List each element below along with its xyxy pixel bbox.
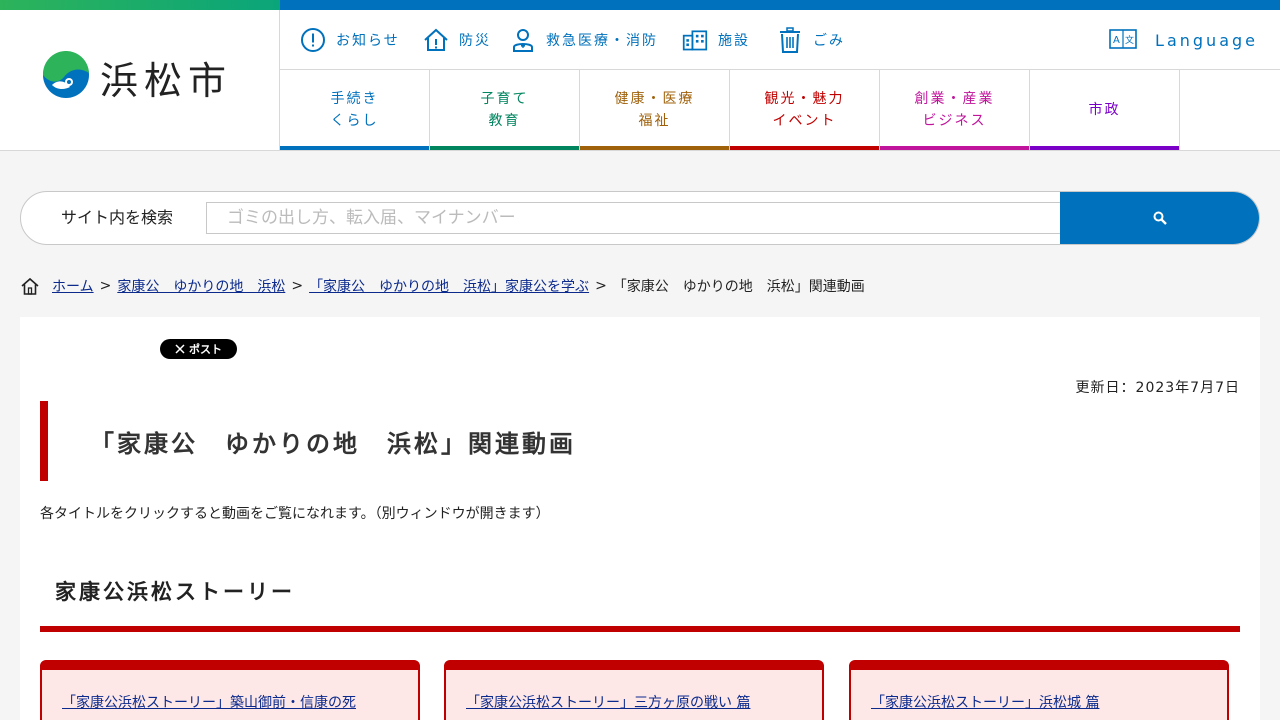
gnav-city-admin[interactable]: 市政	[1030, 70, 1180, 150]
site-logo[interactable]: 浜松市	[0, 10, 280, 150]
util-label: 救急医療・消防	[546, 33, 658, 49]
gnav-procedures-living[interactable]: 手続き くらし	[280, 70, 430, 150]
medical-person-icon	[513, 29, 533, 52]
gnav-business[interactable]: 創業・産業 ビジネス	[880, 70, 1030, 150]
gnav-label: 観光・魅力	[764, 91, 845, 107]
gnav-label: 健康・医療	[614, 91, 695, 107]
breadcrumb-separator: >	[595, 278, 607, 294]
util-item-emergency[interactable]: 救急医療・消防	[510, 10, 658, 70]
section-title: 家康公浜松ストーリー	[40, 572, 1240, 632]
gnav-label: くらし	[330, 113, 379, 129]
x-post-button[interactable]: ポスト	[160, 339, 237, 359]
updated-date: 更新日：2023年7月7日	[1075, 380, 1240, 396]
breadcrumb-separator: >	[291, 278, 304, 294]
gnav-label: 市政	[1088, 102, 1121, 118]
translate-icon: A文	[1109, 29, 1137, 49]
utility-nav: お知らせ 防災 救急医療・消防 施設 ごみ A文 Language	[280, 10, 1280, 70]
gnav-childcare-education[interactable]: 子育て 教育	[430, 70, 580, 150]
video-link[interactable]: 「家康公浜松ストーリー」浜松城 篇	[871, 695, 1099, 711]
util-item-garbage[interactable]: ごみ	[777, 10, 845, 70]
util-item-facilities[interactable]: 施設	[682, 10, 750, 70]
x-post-label: ポスト	[189, 343, 222, 356]
gnav-label: 子育て	[480, 91, 529, 107]
intro-text: 各タイトルをクリックすると動画をご覧になれます。（別ウィンドウが開きます）	[40, 506, 550, 522]
hamamatsu-logo-icon	[42, 51, 89, 98]
site-search: サイト内を検索	[20, 191, 1260, 245]
video-card-list: 「家康公浜松ストーリー」築山御前・信康の死 「家康公浜松ストーリー」三方ヶ原の戦…	[40, 660, 1250, 720]
gnav-label: ビジネス	[922, 113, 987, 129]
gnav-label: 福祉	[638, 113, 671, 129]
breadcrumb-separator: >	[99, 278, 112, 294]
top-color-bar	[0, 0, 1280, 10]
breadcrumb: ホーム > 家康公 ゆかりの地 浜松 > 「家康公 ゆかりの地 浜松」家康公を学…	[20, 276, 865, 296]
video-card: 「家康公浜松ストーリー」築山御前・信康の死	[40, 660, 420, 720]
top-bar-green	[0, 0, 280, 10]
gnav-label: 教育	[488, 113, 521, 129]
site-name: 浜松市	[100, 59, 233, 103]
util-label: 防災	[459, 33, 491, 49]
building-icon	[682, 30, 708, 51]
page-title: 「家康公 ゆかりの地 浜松」関連動画	[40, 401, 576, 481]
house-alert-icon	[424, 28, 448, 51]
video-card: 「家康公浜松ストーリー」三方ヶ原の戦い 篇	[444, 660, 824, 720]
video-link[interactable]: 「家康公浜松ストーリー」三方ヶ原の戦い 篇	[466, 695, 750, 711]
x-logo-icon	[175, 344, 185, 354]
top-bar-blue	[280, 0, 1280, 10]
site-header: 浜松市 お知らせ 防災 救急医療・消防 施設 ごみ A文 Language 手続…	[0, 10, 1280, 151]
trash-can-icon	[780, 27, 800, 53]
gnav-label: イベント	[772, 113, 837, 129]
gnav-health-welfare[interactable]: 健康・医療 福祉	[580, 70, 730, 150]
breadcrumb-link[interactable]: 家康公 ゆかりの地 浜松	[117, 276, 285, 296]
breadcrumb-home-link[interactable]: ホーム	[52, 276, 94, 296]
language-label: Language	[1155, 30, 1258, 50]
util-item-disaster[interactable]: 防災	[423, 10, 491, 70]
search-icon	[1153, 211, 1167, 225]
util-label: ごみ	[813, 33, 845, 49]
search-input[interactable]	[206, 202, 1061, 234]
util-item-notices[interactable]: お知らせ	[300, 10, 400, 70]
search-button[interactable]	[1060, 192, 1259, 244]
main-content: ポスト 更新日：2023年7月7日 「家康公 ゆかりの地 浜松」関連動画 各タイ…	[20, 317, 1260, 720]
util-label: お知らせ	[336, 33, 400, 49]
gnav-label: 創業・産業	[914, 91, 995, 107]
global-nav: 手続き くらし 子育て 教育 健康・医療 福祉 観光・魅力 イベント 創業・産業…	[280, 70, 1180, 150]
breadcrumb-link[interactable]: 「家康公 ゆかりの地 浜松」家康公を学ぶ	[309, 276, 589, 296]
gnav-tourism-events[interactable]: 観光・魅力 イベント	[730, 70, 880, 150]
info-circle-icon	[301, 28, 325, 52]
breadcrumb-current: 「家康公 ゆかりの地 浜松」関連動画	[612, 279, 865, 295]
svg-text:A: A	[1113, 35, 1123, 46]
home-icon	[21, 277, 39, 295]
video-link[interactable]: 「家康公浜松ストーリー」築山御前・信康の死	[62, 695, 356, 711]
util-label: 施設	[718, 33, 750, 49]
language-button[interactable]: A文 Language	[1109, 10, 1258, 70]
svg-text:文: 文	[1125, 34, 1137, 46]
search-label: サイト内を検索	[61, 208, 174, 227]
video-card: 「家康公浜松ストーリー」浜松城 篇	[849, 660, 1229, 720]
gnav-label: 手続き	[330, 91, 379, 107]
